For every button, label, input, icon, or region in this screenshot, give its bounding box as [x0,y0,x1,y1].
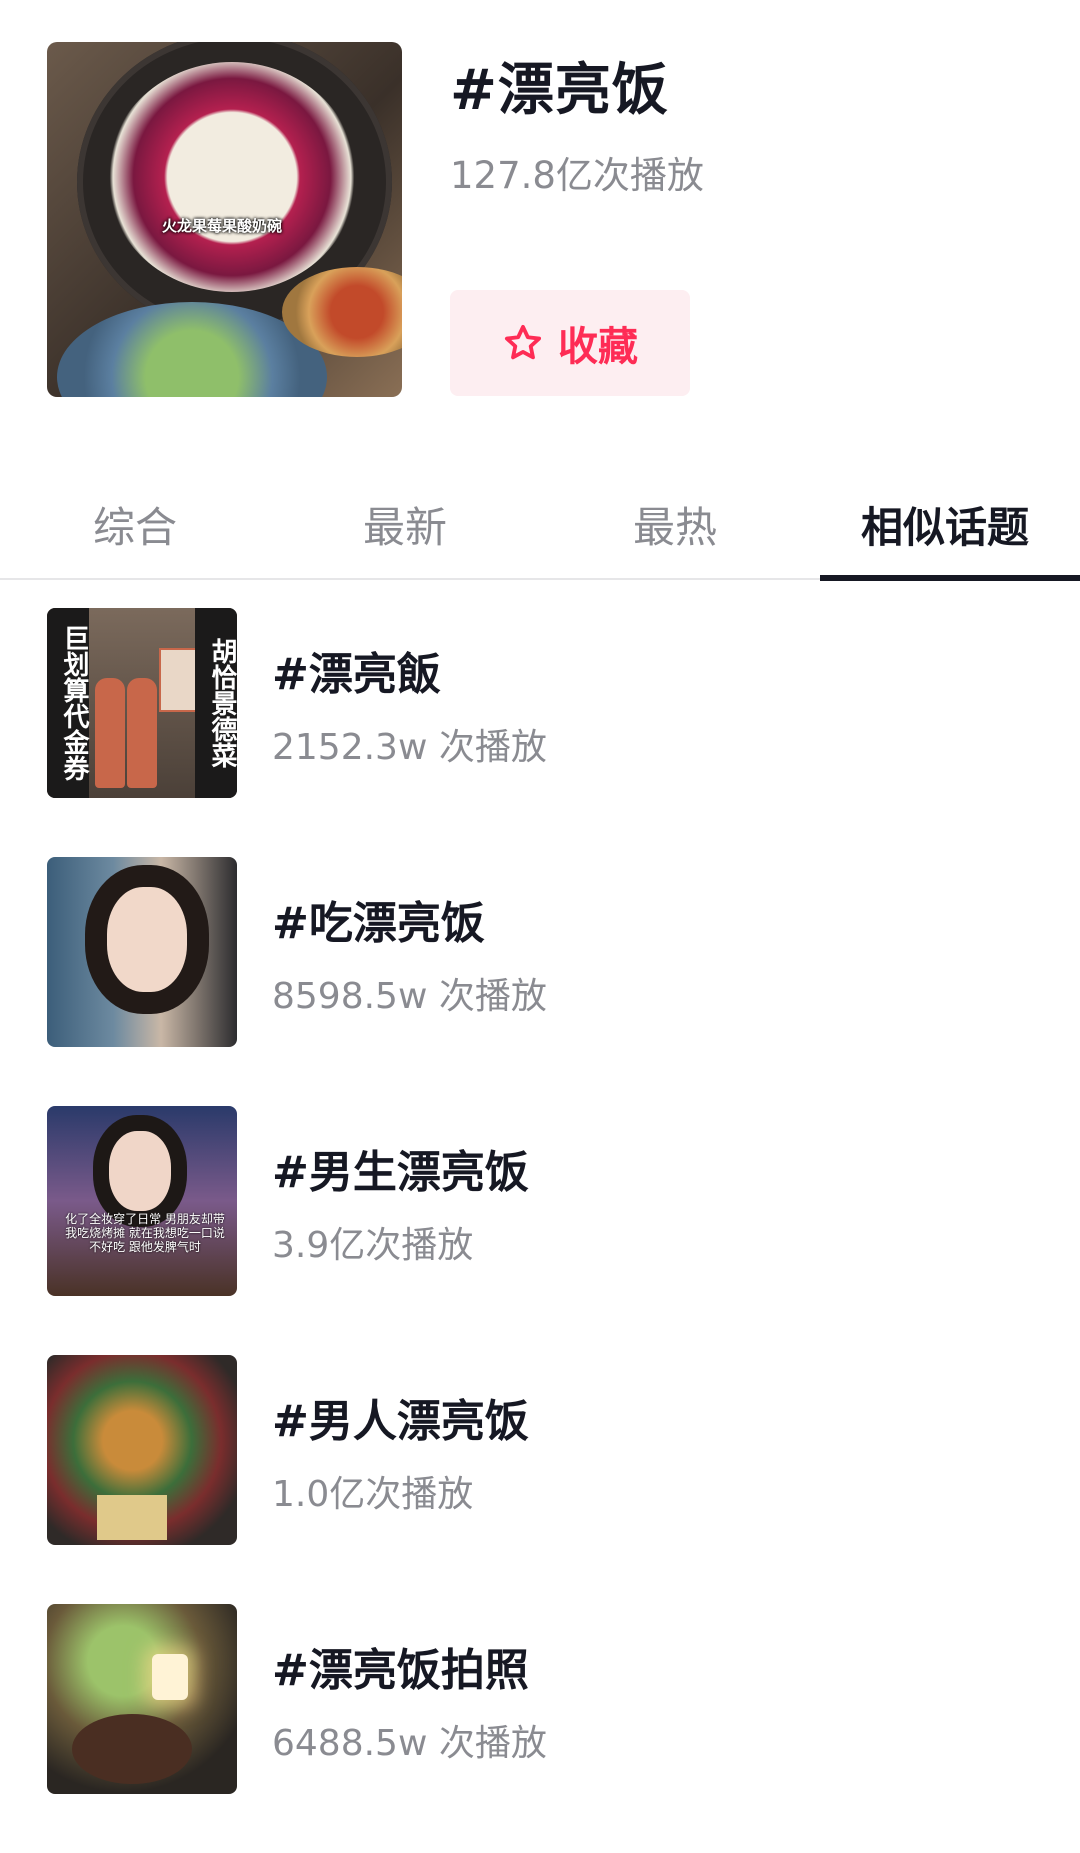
list-item[interactable]: 巨划算代金券 胡恰景德菜 #漂亮飯 2152.3w 次播放 [0,608,1080,857]
topic-thumbnail: 化了全妆穿了日常 男朋友却带我吃烧烤摊 就在我想吃一口说不好吃 跟他发脾气时 [47,1106,237,1296]
item-play-count: 3.9亿次播放 [272,1225,474,1266]
item-title: #漂亮饭拍照 [272,1645,529,1696]
favorite-label: 收藏 [558,324,638,370]
topic-thumbnail [47,1604,237,1794]
topic-thumbnail: 巨划算代金券 胡恰景德菜 [47,608,237,798]
similar-topics-list: 巨划算代金券 胡恰景德菜 #漂亮飯 2152.3w 次播放 #吃漂亮饭 8598… [0,608,1080,1853]
roast-decor [72,1714,192,1784]
tab-hottest[interactable]: 最热 [540,470,810,578]
item-play-count: 2152.3w 次播放 [272,727,547,768]
star-outline-icon [504,324,542,360]
tab-comprehensive[interactable]: 综合 [0,470,270,578]
item-title: #漂亮飯 [272,649,441,700]
topic-header: 火龙果莓果酸奶碗 #漂亮饭 127.8亿次播放 收藏 [0,0,1080,420]
topic-play-count: 127.8亿次播放 [450,154,704,197]
thumb-side-text-left: 巨划算代金券 [47,608,89,798]
item-play-count: 1.0亿次播放 [272,1474,474,1515]
list-item[interactable]: #男人漂亮饭 1.0亿次播放 [0,1355,1080,1604]
list-item[interactable]: #漂亮饭拍照 6488.5w 次播放 [0,1604,1080,1853]
portrait-decor [109,1131,171,1211]
clay-figure-decor [127,678,157,788]
list-item[interactable]: 化了全妆穿了日常 男朋友却带我吃烧烤摊 就在我想吃一口说不好吃 跟他发脾气时 #… [0,1106,1080,1355]
tab-bar: 综合 最新 最热 相似话题 [0,470,1080,581]
topic-thumbnail [47,857,237,1047]
clay-figure-decor [95,678,125,788]
favorite-button[interactable]: 收藏 [450,290,690,396]
tab-latest[interactable]: 最新 [270,470,540,578]
candle-decor [152,1654,188,1700]
topic-title: #漂亮饭 [450,58,669,123]
item-play-count: 8598.5w 次播放 [272,976,547,1017]
topic-thumbnail [47,1355,237,1545]
item-title: #吃漂亮饭 [272,898,485,949]
gift-box-decor [97,1495,167,1540]
item-title: #男生漂亮饭 [272,1147,529,1198]
thumb-caption: 化了全妆穿了日常 男朋友却带我吃烧烤摊 就在我想吃一口说不好吃 跟他发脾气时 [65,1212,225,1254]
portrait-decor [107,887,187,992]
thumb-side-text-right: 胡恰景德菜 [195,608,237,798]
tab-similar-topics[interactable]: 相似话题 [810,470,1080,581]
topic-cover-image[interactable]: 火龙果莓果酸奶碗 [47,42,402,397]
cover-caption: 火龙果莓果酸奶碗 [162,217,283,235]
item-title: #男人漂亮饭 [272,1396,529,1447]
item-play-count: 6488.5w 次播放 [272,1723,547,1764]
dragonfruit-bowl-decor [107,62,357,292]
list-item[interactable]: #吃漂亮饭 8598.5w 次播放 [0,857,1080,1106]
